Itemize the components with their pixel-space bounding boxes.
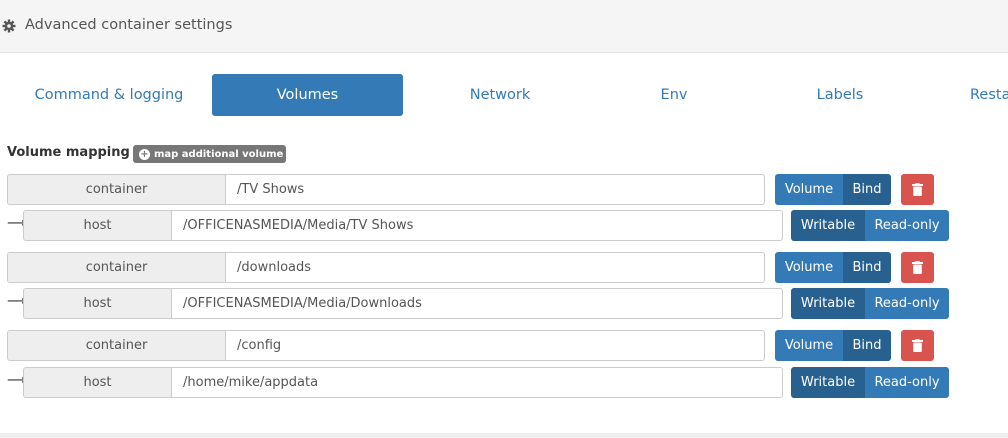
bind-button[interactable]: Bind <box>843 330 891 361</box>
trash-icon <box>912 183 923 196</box>
read-only-button[interactable]: Read-only <box>865 367 949 398</box>
host-path-input[interactable]: /home/mike/appdata <box>171 367 783 398</box>
container-addon: container <box>7 252 225 283</box>
host-addon: host <box>23 288 171 319</box>
tab-network[interactable]: Network <box>420 74 580 116</box>
tab-command-logging[interactable]: Command & logging <box>16 74 202 116</box>
mount-mode-toggle: Writable Read-only <box>791 288 949 319</box>
container-path-input[interactable]: /downloads <box>225 252 765 283</box>
host-path-input[interactable]: /OFFICENASMEDIA/Media/Downloads <box>171 288 783 319</box>
tab-labels[interactable]: Labels <box>770 74 910 116</box>
container-path-row: container /downloads <box>7 252 767 283</box>
container-path-input[interactable]: /TV Shows <box>225 174 765 205</box>
host-path-row: host /OFFICENASMEDIA/Media/TV Shows <box>23 210 783 241</box>
volume-type-toggle: Volume Bind <box>775 330 891 361</box>
panel-footer-divider <box>0 433 1008 438</box>
writable-button[interactable]: Writable <box>791 367 865 398</box>
host-path-row: host /OFFICENASMEDIA/Media/Downloads <box>23 288 783 319</box>
trash-icon <box>912 261 923 274</box>
volume-button[interactable]: Volume <box>775 174 843 205</box>
remove-volume-button[interactable] <box>901 252 934 283</box>
tab-volumes[interactable]: Volumes <box>212 74 403 116</box>
tab-env[interactable]: Env <box>610 74 738 116</box>
host-addon: host <box>23 210 171 241</box>
panel-title: Advanced container settings <box>25 17 233 33</box>
settings-tabs: Command & logging Volumes Network Env La… <box>0 74 1008 116</box>
container-path-input[interactable]: /config <box>225 330 765 361</box>
mount-mode-toggle: Writable Read-only <box>791 210 949 241</box>
volume-type-toggle: Volume Bind <box>775 252 891 283</box>
writable-button[interactable]: Writable <box>791 288 865 319</box>
host-path-input[interactable]: /OFFICENASMEDIA/Media/TV Shows <box>171 210 783 241</box>
volume-mapping-label: Volume mapping <box>7 145 130 160</box>
container-path-row: container /TV Shows <box>7 174 767 205</box>
bind-button[interactable]: Bind <box>843 252 891 283</box>
read-only-button[interactable]: Read-only <box>865 210 949 241</box>
panel-header: Advanced container settings <box>0 0 1008 53</box>
map-additional-volume-label: map additional volume <box>154 148 284 160</box>
volume-button[interactable]: Volume <box>775 252 843 283</box>
container-path-row: container /config <box>7 330 767 361</box>
container-addon: container <box>7 174 225 205</box>
writable-button[interactable]: Writable <box>791 210 865 241</box>
map-additional-volume-button[interactable]: + map additional volume <box>133 145 286 163</box>
read-only-button[interactable]: Read-only <box>865 288 949 319</box>
remove-volume-button[interactable] <box>901 174 934 205</box>
trash-icon <box>912 339 923 352</box>
mount-mode-toggle: Writable Read-only <box>791 367 949 398</box>
host-addon: host <box>23 367 171 398</box>
remove-volume-button[interactable] <box>901 330 934 361</box>
container-addon: container <box>7 330 225 361</box>
volume-type-toggle: Volume Bind <box>775 174 891 205</box>
plus-circle-icon: + <box>139 148 150 160</box>
bind-button[interactable]: Bind <box>843 174 891 205</box>
volume-button[interactable]: Volume <box>775 330 843 361</box>
host-path-row: host /home/mike/appdata <box>23 367 783 398</box>
tab-restart-policy[interactable]: Resta <box>958 74 1008 116</box>
gear-icon <box>2 19 16 33</box>
